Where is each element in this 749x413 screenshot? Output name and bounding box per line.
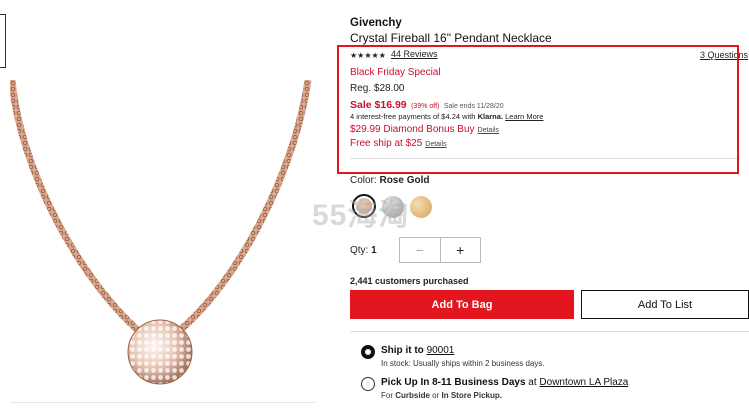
sale-row: Sale $16.99 (39% off) Sale ends 11/28/20 xyxy=(350,95,504,113)
sale-discount: (39% off) xyxy=(411,103,440,110)
ship-it-subtext: In stock: Usually ships within 2 busines… xyxy=(381,359,545,368)
klarna-text: 4 interest-free payments of $4.24 with xyxy=(350,112,476,121)
quantity-label: Qty: 1 xyxy=(350,245,377,256)
product-title: Crystal Fireball 16" Pendant Necklace xyxy=(350,31,552,45)
fulfillment-divider xyxy=(350,331,749,332)
quantity-value: 1 xyxy=(371,245,377,256)
ship-it-label: Ship it to xyxy=(381,345,424,356)
bonus-details-link[interactable]: Details xyxy=(478,127,499,134)
free-ship: Free ship at $25 Details xyxy=(350,138,447,149)
color-label-text: Color: xyxy=(350,175,377,186)
ship-zip-link[interactable]: 90001 xyxy=(427,345,455,356)
pickup-subtext: For Curbside or In Store Pickup. xyxy=(381,391,502,400)
quantity-stepper: − + xyxy=(399,237,481,263)
pickup-sub-for: For xyxy=(381,391,393,400)
pickup-at: at xyxy=(528,377,537,388)
learn-more-link[interactable]: Learn More xyxy=(505,112,543,121)
pickup-instore: In Store Pickup. xyxy=(441,391,502,400)
ship-it-title: Ship it to 90001 xyxy=(381,345,454,356)
thumbnail-edge[interactable] xyxy=(0,14,6,68)
quantity-plus-button[interactable]: + xyxy=(441,238,481,262)
klarna-brand: Klarna. xyxy=(477,112,504,121)
sale-price: Sale $16.99 xyxy=(350,99,407,111)
ship-it-radio[interactable] xyxy=(361,345,375,359)
swatch-silver[interactable] xyxy=(382,196,404,218)
color-swatches xyxy=(352,194,432,218)
reviews-link[interactable]: 44 Reviews xyxy=(391,49,438,59)
add-to-bag-button[interactable]: Add To Bag xyxy=(350,290,574,319)
swatch-gold[interactable] xyxy=(410,196,432,218)
klarna-info: 4 interest-free payments of $4.24 with K… xyxy=(350,112,543,121)
questions-link[interactable]: 3 Questions xyxy=(700,50,748,60)
regular-price: Reg. $28.00 xyxy=(350,83,405,94)
product-image xyxy=(10,80,312,385)
pickup-or: or xyxy=(432,391,440,400)
image-divider xyxy=(10,402,315,403)
quantity-label-text: Qty: xyxy=(350,245,369,256)
quantity-minus-button[interactable]: − xyxy=(400,238,441,262)
free-ship-label: Free ship at $25 xyxy=(350,138,423,149)
sale-ends: Sale ends 11/28/20 xyxy=(443,103,504,110)
promo-label: Black Friday Special xyxy=(350,67,441,78)
color-value: Rose Gold xyxy=(379,175,430,186)
customers-purchased: 2,441 customers purchased xyxy=(350,276,469,286)
pickup-title: Pick Up In 8-11 Business Days at Downtow… xyxy=(381,377,628,388)
pickup-radio[interactable] xyxy=(361,377,375,391)
pickup-curbside: Curbside xyxy=(395,391,430,400)
pickup-store-link[interactable]: Downtown LA Plaza xyxy=(539,377,628,388)
add-to-list-button[interactable]: Add To List xyxy=(581,290,749,319)
swatch-rose-gold[interactable] xyxy=(352,194,376,218)
pickup-label: Pick Up In 8-11 Business Days xyxy=(381,377,526,388)
color-label: Color: Rose Gold xyxy=(350,175,429,186)
price-divider xyxy=(350,158,740,159)
free-ship-details-link[interactable]: Details xyxy=(425,141,446,148)
product-brand[interactable]: Givenchy xyxy=(350,17,402,29)
rating-stars: ★★★★★ xyxy=(350,51,386,60)
bonus-buy-label: $29.99 Diamond Bonus Buy xyxy=(350,124,475,135)
bonus-buy: $29.99 Diamond Bonus Buy Details xyxy=(350,124,499,135)
